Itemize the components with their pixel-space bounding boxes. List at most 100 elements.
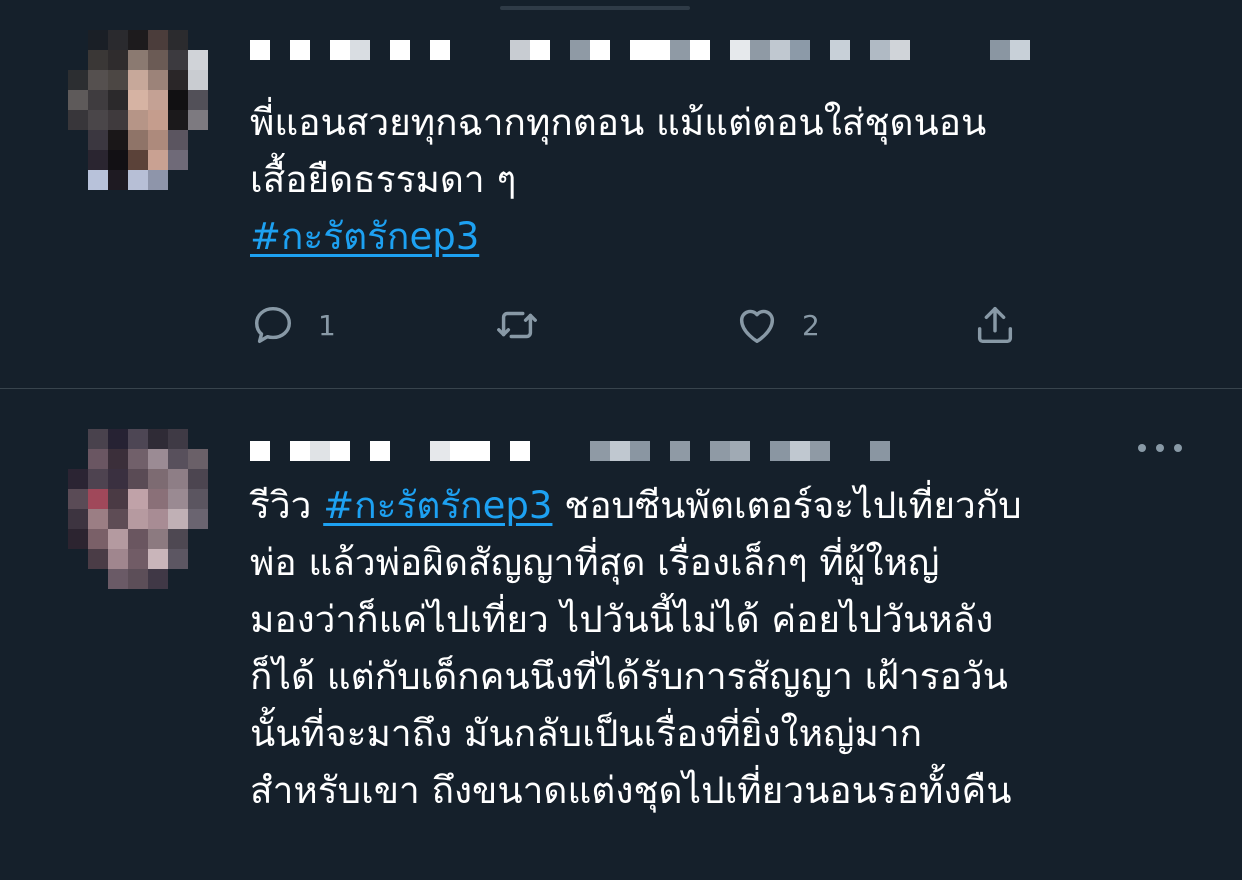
tweet-text-line: พี่แอนสวยทุกฉากทุกตอน แม้แต่ตอนใส่ชุดนอน <box>250 101 987 144</box>
tweet-text: พี่แอนสวยทุกฉากทุกตอน แม้แต่ตอนใส่ชุดนอน… <box>250 94 1210 265</box>
avatar-pixel <box>168 489 188 509</box>
redacted-name-block <box>430 441 450 461</box>
avatar-pixel <box>88 429 108 449</box>
redacted-name-block <box>310 441 330 461</box>
redacted-name-block <box>510 40 530 60</box>
avatar-pixel <box>148 529 168 549</box>
avatar-pixel <box>128 110 148 130</box>
avatar-pixel <box>128 469 148 489</box>
redacted-name-block <box>450 40 470 60</box>
avatar[interactable] <box>68 429 208 589</box>
avatar-pixel <box>148 110 168 130</box>
avatar-pixel <box>108 150 128 170</box>
avatar-pixel <box>88 110 108 130</box>
avatar-pixel <box>108 50 128 70</box>
avatar-pixel <box>188 449 208 469</box>
redacted-name-block <box>390 40 410 60</box>
redacted-name-block <box>950 40 970 60</box>
avatar-pixel <box>128 569 148 589</box>
redacted-name-block <box>870 40 890 60</box>
avatar-pixel <box>128 50 148 70</box>
share-icon <box>977 306 1013 344</box>
redacted-name-block <box>1030 40 1050 60</box>
avatar-pixel <box>88 170 108 190</box>
avatar-pixel <box>68 170 88 190</box>
redacted-name-block <box>690 441 710 461</box>
avatar-pixel <box>148 509 168 529</box>
avatar-pixel <box>148 90 168 110</box>
avatar-pixel <box>68 50 88 70</box>
avatar-pixel <box>68 549 88 569</box>
avatar-pixel <box>88 469 108 489</box>
avatar-pixel <box>128 549 148 569</box>
reply-icon <box>254 306 292 344</box>
avatar-pixel <box>108 110 128 130</box>
redacted-name-block <box>450 441 470 461</box>
redacted-name-block <box>710 441 730 461</box>
avatar-pixel <box>88 70 108 90</box>
avatar-pixel <box>88 569 108 589</box>
tweet-actions: 1 2 <box>250 300 1050 350</box>
avatar-pixel <box>188 509 208 529</box>
avatar-pixel <box>148 30 168 50</box>
avatar-pixel <box>128 429 148 449</box>
avatar-pixel <box>188 429 208 449</box>
redacted-name-block <box>370 441 390 461</box>
avatar-pixel <box>128 489 148 509</box>
redacted-name-block <box>610 441 630 461</box>
reply-count: 1 <box>318 308 336 342</box>
redacted-name-block <box>790 441 810 461</box>
redacted-name-block <box>990 40 1010 60</box>
avatar-pixel <box>188 70 208 90</box>
redacted-name-block <box>470 40 490 60</box>
redacted-name-block <box>370 40 390 60</box>
avatar-pixel <box>88 50 108 70</box>
avatar-pixel <box>108 489 128 509</box>
avatar-pixel <box>68 130 88 150</box>
redacted-name-block <box>970 40 990 60</box>
redacted-name-block <box>930 40 950 60</box>
reply-button[interactable]: 1 <box>250 300 336 350</box>
avatar-pixel <box>148 449 168 469</box>
redacted-name-block <box>770 40 790 60</box>
avatar-pixel <box>188 569 208 589</box>
redacted-name-block <box>770 441 790 461</box>
redacted-name-block <box>290 40 310 60</box>
share-button[interactable] <box>972 300 1018 350</box>
redacted-name-block <box>890 441 910 461</box>
redacted-name-block <box>610 40 630 60</box>
redacted-name-block <box>390 441 410 461</box>
author-name-redacted[interactable] <box>250 30 1050 70</box>
avatar-pixel <box>188 90 208 110</box>
hashtag-link[interactable]: #กะรัตรักep3 <box>323 484 552 527</box>
hashtag-link[interactable]: #กะรัตรักep3 <box>250 215 479 258</box>
tweet[interactable]: รีวิว #กะรัตรักep3 ชอบซีนพัตเตอร์จะไปเที… <box>0 389 1242 880</box>
tweet-text-line: มองว่าก็แค่ไปเที่ยว ไปวันนี้ไม่ได้ ค่อยไ… <box>250 598 994 641</box>
redacted-name-block <box>410 441 430 461</box>
redacted-name-block <box>730 441 750 461</box>
tweet[interactable]: พี่แอนสวยทุกฉากทุกตอน แม้แต่ตอนใส่ชุดนอน… <box>0 0 1242 388</box>
avatar-pixel <box>128 509 148 529</box>
avatar-pixel <box>148 70 168 90</box>
avatar-pixel <box>168 469 188 489</box>
tweet-text: รีวิว #กะรัตรักep3 ชอบซีนพัตเตอร์จะไปเที… <box>250 477 1210 819</box>
avatar-pixel <box>168 549 188 569</box>
retweet-button[interactable] <box>494 300 540 350</box>
avatar-pixel <box>128 30 148 50</box>
tweet-text-line: พ่อ แล้วพ่อผิดสัญญาที่สุด เรื่องเล็กๆ ที… <box>250 541 940 584</box>
like-button[interactable]: 2 <box>734 300 820 350</box>
redacted-name-block <box>650 441 670 461</box>
redacted-name-block <box>630 441 650 461</box>
tweet-text-line: นั้นที่จะมาถึง มันกลับเป็นเรื่องที่ยิ่งใ… <box>250 712 923 755</box>
avatar-pixel <box>128 70 148 90</box>
avatar-pixel <box>128 90 148 110</box>
redacted-name-block <box>310 40 330 60</box>
avatar-pixel <box>68 489 88 509</box>
avatar-pixel <box>188 110 208 130</box>
avatar-pixel <box>168 110 188 130</box>
redacted-name-block <box>330 441 350 461</box>
avatar[interactable] <box>68 30 208 190</box>
avatar-pixel <box>108 30 128 50</box>
author-name-redacted[interactable] <box>250 431 930 471</box>
more-options-icon[interactable] <box>1138 435 1182 461</box>
